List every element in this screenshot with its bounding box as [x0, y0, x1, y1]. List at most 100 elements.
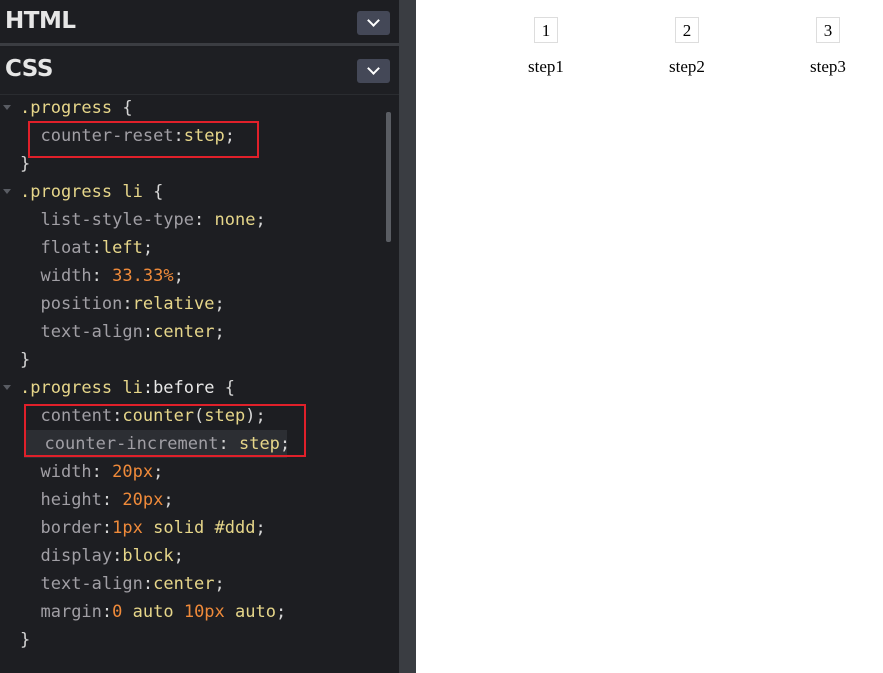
code-token: position: [40, 294, 123, 314]
code-token: 10px: [183, 602, 225, 622]
code-token: ;: [173, 546, 184, 566]
code-token: :: [122, 294, 133, 314]
html-section-title: HTML: [5, 8, 76, 34]
code-line[interactable]: text-align:center;: [0, 570, 225, 598]
code-token: block: [122, 546, 174, 566]
progress-step: 3 step3: [810, 17, 846, 77]
code-line[interactable]: .progress {: [0, 94, 133, 122]
editor-scrollbar[interactable]: [386, 112, 391, 242]
code-token: border: [40, 518, 102, 538]
css-section-title: CSS: [5, 56, 53, 82]
css-section-header[interactable]: CSS: [0, 48, 399, 95]
code-line[interactable]: width: 20px;: [0, 458, 163, 486]
code-token: :: [112, 546, 123, 566]
code-token: ;: [153, 462, 164, 482]
code-token: :: [91, 462, 113, 482]
annotation-box-counter-reset: [28, 121, 259, 158]
code-line[interactable]: }: [0, 626, 30, 654]
code-token: :: [101, 490, 123, 510]
code-line[interactable]: width: 33.33%;: [0, 262, 184, 290]
code-token: 1px: [112, 518, 143, 538]
code-line[interactable]: float:left;: [0, 234, 153, 262]
code-line[interactable]: }: [0, 150, 30, 178]
code-token: :: [142, 574, 154, 594]
code-token: solid #ddd: [142, 518, 256, 538]
code-token: .progress li: [20, 378, 143, 398]
code-line[interactable]: border:1px solid #ddd;: [0, 514, 265, 542]
code-token: width: [40, 462, 92, 482]
code-token: center: [153, 322, 215, 342]
code-editor-panel: HTML CSS .progress { counter-reset:step;…: [0, 0, 399, 673]
code-token: ;: [214, 574, 225, 594]
code-token: ;: [214, 294, 225, 314]
result-preview: 1 step1 2 step2 3 step3: [416, 0, 883, 673]
code-token: }: [20, 350, 31, 370]
code-token: float: [40, 238, 92, 258]
step-counter-box: 3: [816, 17, 840, 43]
code-token: list-style-type: [40, 210, 195, 230]
panel-resize-divider[interactable]: [399, 0, 416, 673]
code-token: none: [214, 210, 256, 230]
annotation-box-counter-increment: [24, 404, 306, 457]
code-line[interactable]: position:relative;: [0, 290, 225, 318]
code-token: ;: [255, 210, 266, 230]
fold-arrow-icon[interactable]: [3, 105, 11, 110]
step-label: step1: [528, 57, 564, 76]
code-token: {: [214, 378, 235, 398]
css-code-area[interactable]: .progress { counter-reset:step;} .progres…: [0, 94, 385, 673]
code-line[interactable]: .progress li {: [0, 178, 163, 206]
code-token: :: [91, 238, 102, 258]
code-line[interactable]: height: 20px;: [0, 486, 174, 514]
code-token: :: [194, 210, 215, 230]
code-token: {: [142, 182, 164, 202]
code-line[interactable]: margin:0 auto 10px auto;: [0, 598, 286, 626]
html-section-header[interactable]: HTML: [0, 0, 399, 46]
code-token: left: [101, 238, 143, 258]
progress-step: 1 step1: [528, 17, 564, 77]
code-token: .progress li: [20, 182, 143, 202]
code-token: :: [101, 602, 113, 622]
code-token: {: [112, 98, 133, 118]
code-token: text-align: [40, 322, 143, 342]
step-label: step3: [810, 57, 846, 76]
code-token: text-align: [40, 574, 143, 594]
css-collapse-button[interactable]: [357, 59, 390, 83]
code-token: center: [153, 574, 215, 594]
code-line[interactable]: }: [0, 346, 30, 374]
code-token: height: [40, 490, 102, 510]
code-token: .progress: [20, 98, 113, 118]
chevron-down-icon: [367, 62, 380, 75]
code-token: 20px: [112, 462, 154, 482]
fold-arrow-icon[interactable]: [3, 189, 11, 194]
code-token: margin: [40, 602, 102, 622]
fold-arrow-icon[interactable]: [3, 385, 11, 390]
code-line[interactable]: display:block;: [0, 542, 184, 570]
code-token: ;: [142, 238, 154, 258]
code-token: :: [101, 518, 113, 538]
html-collapse-button[interactable]: [357, 11, 390, 35]
step-counter-box: 2: [675, 17, 699, 43]
code-line[interactable]: text-align:center;: [0, 318, 224, 346]
code-token: auto: [224, 602, 276, 622]
code-token: auto: [122, 602, 184, 622]
code-line[interactable]: list-style-type: none;: [0, 206, 266, 234]
code-token: :before: [142, 378, 215, 398]
code-token: display: [40, 546, 113, 566]
code-token: ;: [163, 490, 174, 510]
code-token: relative: [132, 294, 215, 314]
progress-step: 2 step2: [669, 17, 705, 77]
code-token: 20px: [122, 490, 164, 510]
code-line[interactable]: .progress li:before {: [0, 374, 235, 402]
step-counter-box: 1: [534, 17, 558, 43]
code-token: ;: [173, 266, 184, 286]
